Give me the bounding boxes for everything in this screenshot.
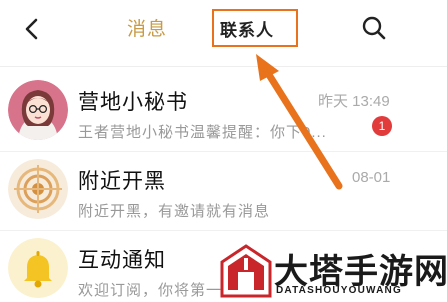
radar-avatar <box>8 159 68 219</box>
conversation-time: 昨天 13:49 <box>318 93 390 110</box>
row-divider <box>0 151 447 152</box>
watermark-logo-icon <box>220 244 272 298</box>
conversation-preview: 欢迎订阅，你将第一 <box>78 282 223 299</box>
conversation-title: 营地小秘书 <box>78 91 188 114</box>
search-icon[interactable] <box>360 14 388 42</box>
tab-messages[interactable]: 消息 <box>127 14 167 41</box>
conversation-preview: 附近开黑，有邀请就有消息 <box>78 203 271 220</box>
list-item-nearby-team[interactable]: 附近开黑 附近开黑，有邀请就有消息 08-01 <box>0 153 447 231</box>
row-divider <box>0 230 447 231</box>
conversation-time: 08-01 <box>352 169 391 186</box>
annotation-highlight-box <box>212 9 298 47</box>
site-watermark: 大塔手游网 DATASHOUYOUWANG <box>214 236 447 302</box>
conversation-preview: 王者营地小秘书温馨提醒：你下0... <box>78 124 327 141</box>
conversation-title: 互动通知 <box>78 249 166 272</box>
unread-badge: 1 <box>372 116 392 136</box>
top-nav-bar: 消息 联系人 <box>0 0 447 64</box>
bell-avatar <box>8 238 68 298</box>
header-divider <box>0 66 447 67</box>
list-item-camp-secretary[interactable]: 营地小秘书 王者营地小秘书温馨提醒：你下0... 昨天 13:49 1 <box>0 74 447 152</box>
conversation-title: 附近开黑 <box>78 170 166 193</box>
watermark-en-text: DATASHOUYOUWANG <box>276 285 402 296</box>
girl-avatar <box>8 80 68 140</box>
chevron-left-icon[interactable] <box>18 14 46 44</box>
